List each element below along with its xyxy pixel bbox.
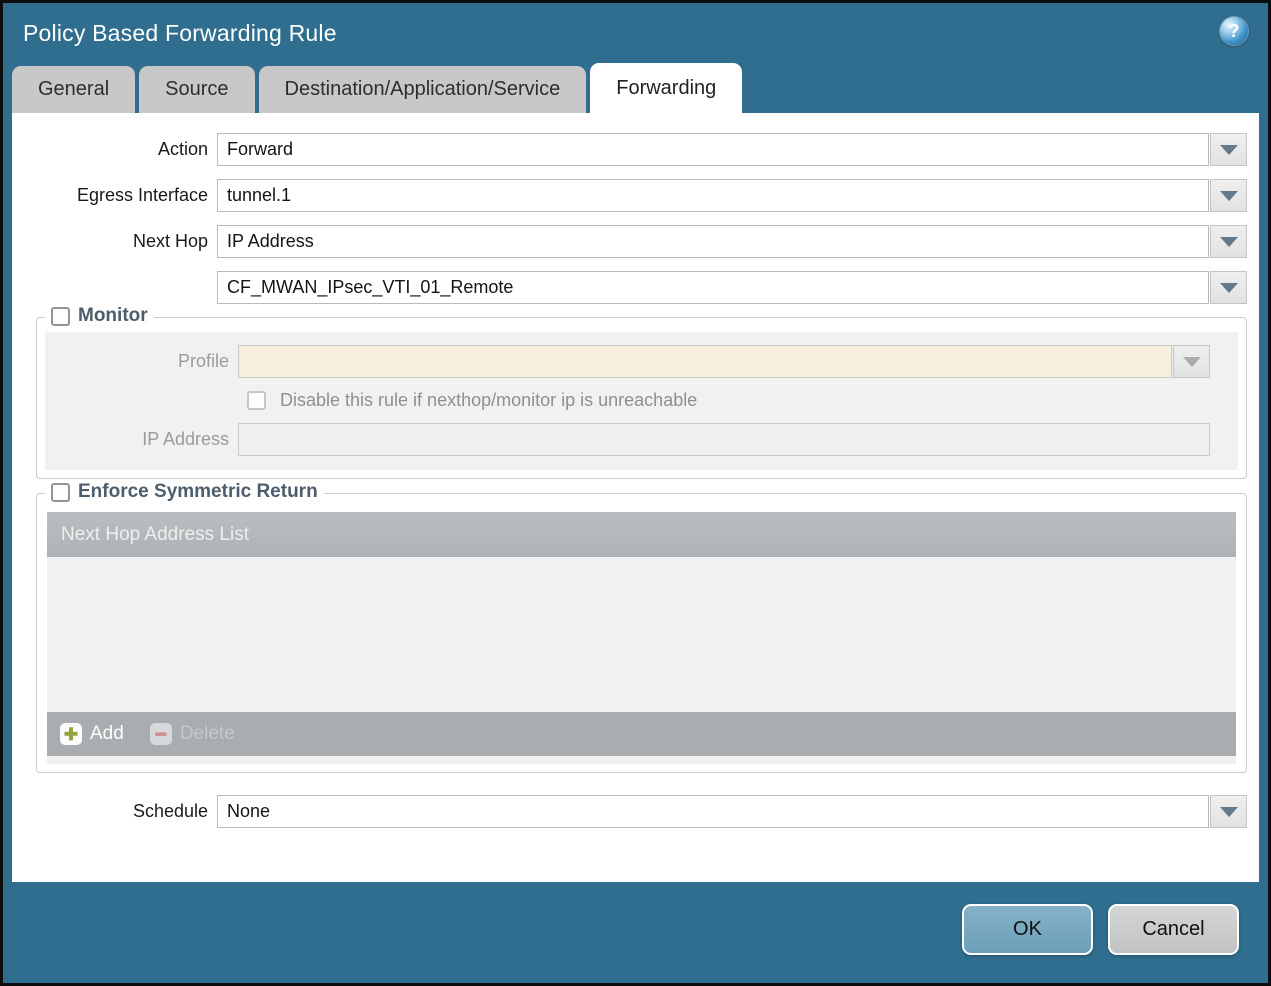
action-row: Action Forward <box>12 133 1259 166</box>
next-hop-row: Next Hop IP Address <box>12 225 1259 258</box>
add-button-label: Add <box>90 723 124 744</box>
tab-label: Source <box>165 78 229 100</box>
monitor-label: Monitor <box>78 305 148 326</box>
schedule-dropdown-button[interactable] <box>1210 795 1247 828</box>
egress-interface-label: Egress Interface <box>76 185 208 205</box>
delete-button-label: Delete <box>179 723 235 744</box>
monitor-panel: Profile Disable this rule if nexthop/mon… <box>45 332 1238 470</box>
tab-destination-application-service[interactable]: Destination/Application/Service <box>258 66 587 113</box>
monitor-ip-address-input <box>238 423 1210 456</box>
tab-label: Destination/Application/Service <box>284 78 561 100</box>
chevron-down-icon <box>1219 236 1238 247</box>
add-button[interactable]: ✚ Add <box>60 723 124 745</box>
cancel-button-label: Cancel <box>1142 918 1205 940</box>
next-hop-address-list-header: Next Hop Address List <box>47 512 1236 557</box>
chevron-down-icon <box>1219 282 1238 293</box>
profile-dropdown-button <box>1173 345 1210 378</box>
enforce-symmetric-return-legend: Enforce Symmetric Return <box>45 481 324 503</box>
minus-icon: ━ <box>149 723 172 745</box>
egress-interface-row: Egress Interface tunnel.1 <box>12 179 1259 212</box>
disable-rule-checkbox <box>247 391 266 410</box>
next-hop-dropdown-button[interactable] <box>1210 225 1247 258</box>
enforce-symmetric-return-checkbox[interactable] <box>51 482 70 502</box>
tab-general[interactable]: General <box>12 66 136 113</box>
profile-row: Profile <box>45 345 1238 378</box>
tab-label: General <box>38 78 110 100</box>
monitor-ip-address-row: IP Address <box>45 423 1238 456</box>
monitor-ip-address-label: IP Address <box>142 429 229 449</box>
dialog-titlebar: Policy Based Forwarding Rule ? <box>3 3 1268 63</box>
egress-interface-dropdown-button[interactable] <box>1210 179 1247 212</box>
dialog-footer: OK Cancel <box>3 882 1268 983</box>
disable-rule-row: Disable this rule if nexthop/monitor ip … <box>247 390 1238 411</box>
next-hop-type-select[interactable]: IP Address <box>217 225 1209 258</box>
next-hop-address-list-table: Next Hop Address List ✚ Add ━ Delete <box>47 512 1236 756</box>
next-hop-address-select[interactable]: CF_MWAN_IPsec_VTI_01_Remote <box>217 271 1209 304</box>
chevron-down-icon <box>1219 806 1238 817</box>
profile-select <box>238 345 1172 378</box>
action-select[interactable]: Forward <box>217 133 1209 166</box>
enforce-symmetric-return-group: Enforce Symmetric Return Next Hop Addres… <box>36 481 1247 773</box>
egress-interface-select[interactable]: tunnel.1 <box>217 179 1209 212</box>
help-icon[interactable]: ? <box>1220 17 1248 45</box>
ok-button[interactable]: OK <box>962 904 1093 955</box>
schedule-select[interactable]: None <box>217 795 1209 828</box>
tab-source[interactable]: Source <box>139 66 255 113</box>
schedule-row: Schedule None <box>12 795 1259 828</box>
monitor-checkbox[interactable] <box>51 306 70 326</box>
next-hop-address-list-toolbar: ✚ Add ━ Delete <box>47 712 1236 756</box>
tab-forwarding[interactable]: Forwarding <box>590 63 743 113</box>
monitor-legend: Monitor <box>45 305 154 327</box>
monitor-group: Monitor Profile Disable this rule if nex… <box>36 305 1247 479</box>
plus-icon: ✚ <box>60 723 82 745</box>
chevron-down-icon <box>1219 190 1238 201</box>
next-hop-address-list-body[interactable] <box>47 557 1236 712</box>
tab-bar: General Source Destination/Application/S… <box>3 63 1268 113</box>
tab-content-forwarding: Action Forward Egress Interface tunnel.1… <box>12 113 1259 882</box>
next-hop-label: Next Hop <box>132 231 208 251</box>
profile-label: Profile <box>177 351 229 371</box>
schedule-label: Schedule <box>132 801 208 821</box>
chevron-down-icon <box>1219 144 1238 155</box>
horizontal-scrollbar[interactable] <box>47 756 1236 764</box>
delete-button: ━ Delete <box>149 723 235 745</box>
tab-label: Forwarding <box>616 76 717 99</box>
next-hop-address-dropdown-button[interactable] <box>1210 271 1247 304</box>
help-glyph: ? <box>1228 20 1240 41</box>
enforce-symmetric-return-label: Enforce Symmetric Return <box>78 481 318 502</box>
cancel-button[interactable]: Cancel <box>1108 904 1239 955</box>
chevron-down-icon <box>1182 356 1201 367</box>
next-hop-address-row: CF_MWAN_IPsec_VTI_01_Remote <box>12 271 1259 304</box>
disable-rule-label: Disable this rule if nexthop/monitor ip … <box>280 390 698 410</box>
action-dropdown-button[interactable] <box>1210 133 1247 166</box>
action-label: Action <box>157 139 208 159</box>
dialog-title: Policy Based Forwarding Rule <box>23 19 337 46</box>
ok-button-label: OK <box>1013 918 1042 940</box>
pbf-rule-dialog: Policy Based Forwarding Rule ? General S… <box>0 0 1271 986</box>
